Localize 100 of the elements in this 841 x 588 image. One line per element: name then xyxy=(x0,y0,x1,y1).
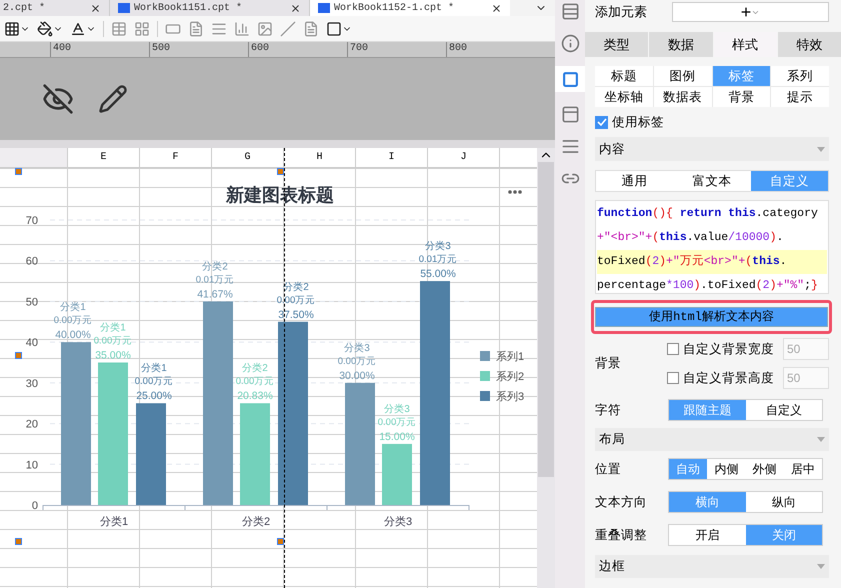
add-element-button[interactable]: + xyxy=(672,2,829,22)
data-label: 分类3 xyxy=(425,241,451,252)
sub-tab[interactable]: 提示 xyxy=(771,87,829,107)
sub-tab[interactable]: 背景 xyxy=(712,87,770,107)
data-label: 分类1 xyxy=(60,302,86,314)
segment-option[interactable]: 通用 xyxy=(596,171,674,191)
data-label: 分类1 xyxy=(141,363,167,374)
checkbox[interactable] xyxy=(595,116,608,128)
eye-off-icon[interactable] xyxy=(42,83,74,115)
paint-bucket-icon[interactable] xyxy=(37,20,53,36)
axis-tick-label: 50 xyxy=(26,296,38,308)
data-label: 0.00万元 xyxy=(94,336,132,346)
sub-tab[interactable]: 标题 xyxy=(595,66,653,86)
image-icon[interactable] xyxy=(257,20,273,36)
axis-tick-label: 30 xyxy=(26,378,38,390)
text-icon[interactable] xyxy=(188,20,204,36)
axis-tick-label: 0 xyxy=(32,500,38,512)
column-header[interactable]: G xyxy=(212,148,284,167)
collapse-icon[interactable] xyxy=(817,146,825,152)
segment-option[interactable]: 富文本 xyxy=(673,171,751,191)
selection-handle[interactable] xyxy=(15,538,22,545)
field-label: 重叠调整 xyxy=(595,526,648,544)
chart-title: 新建图表标题 xyxy=(226,185,334,205)
pencil-icon[interactable] xyxy=(98,84,128,114)
scrollbar[interactable] xyxy=(537,148,555,588)
layout-icon[interactable] xyxy=(560,2,580,21)
column-header[interactable]: F xyxy=(140,148,212,167)
code-editor[interactable]: function(){ return this.category +"<br>"+(this.value/10000). toFixed(2)+"万元<br>"+(this. percentage*100).toFixed(2)+"%";} xyxy=(595,200,829,294)
grid-icon[interactable] xyxy=(134,20,150,36)
table-icon[interactable] xyxy=(111,20,127,36)
data-label: 40.00% xyxy=(55,329,91,342)
sub-tab[interactable]: 系列 xyxy=(771,66,829,86)
document-icon[interactable] xyxy=(303,20,319,36)
info-icon[interactable] xyxy=(560,34,580,53)
more-icon[interactable] xyxy=(508,190,522,194)
data-label: 分类3 xyxy=(384,404,410,415)
legend-label[interactable]: 系列2 xyxy=(496,371,524,383)
section-header[interactable]: 布局 xyxy=(595,428,829,451)
section-header[interactable]: 边框 xyxy=(595,555,829,578)
category-label: 分类2 xyxy=(242,516,270,528)
collapse-icon[interactable] xyxy=(817,437,825,442)
column-header[interactable]: J xyxy=(428,148,500,167)
close-icon[interactable] xyxy=(290,2,301,14)
panel-tab[interactable]: 特效 xyxy=(778,32,841,57)
data-label: 分类1 xyxy=(100,322,126,334)
data-label: 20.83% xyxy=(237,390,273,402)
data-label: 0.00万元 xyxy=(338,356,376,367)
add-element-label: 添加元素 xyxy=(595,3,648,22)
ruler-label: 400 xyxy=(53,43,72,54)
corner-cell[interactable] xyxy=(0,148,68,167)
section-header[interactable]: 内容 xyxy=(595,137,829,161)
data-label: 分类2 xyxy=(242,363,268,374)
collapse-icon[interactable] xyxy=(817,564,825,569)
sub-tab[interactable]: 图例 xyxy=(654,66,712,86)
selection-handle[interactable] xyxy=(15,168,22,175)
ruler-label: 800 xyxy=(449,43,468,54)
selection-handle[interactable] xyxy=(15,352,22,359)
ruler-label: 500 xyxy=(152,43,170,54)
panel-tab[interactable]: 类型 xyxy=(585,32,648,57)
data-label: 0.00万元 xyxy=(134,376,174,388)
column-header[interactable]: I xyxy=(356,148,428,167)
border-grid-icon[interactable] xyxy=(4,20,20,36)
lines-icon[interactable] xyxy=(211,20,227,36)
legend-label[interactable]: 系列3 xyxy=(496,391,524,403)
field-label: 背景 xyxy=(595,355,622,372)
data-label: 0.00万元 xyxy=(54,315,92,326)
panel-icon[interactable] xyxy=(560,105,580,124)
style-tab-icon[interactable] xyxy=(555,66,585,92)
field-label: 文本方向 xyxy=(595,494,648,511)
data-label: 0.00万元 xyxy=(378,416,416,428)
data-label: 分类2 xyxy=(202,261,228,272)
border-icon[interactable] xyxy=(326,20,342,36)
category-label: 分类3 xyxy=(384,516,412,528)
sub-tab[interactable]: 数据表 xyxy=(654,87,712,107)
slash-icon[interactable] xyxy=(280,20,296,36)
legend-label[interactable]: 系列1 xyxy=(496,351,524,363)
bar-chart-icon[interactable] xyxy=(234,20,250,36)
list-icon[interactable] xyxy=(560,137,580,156)
bar[interactable] xyxy=(278,322,308,505)
checkbox-label: 使用标签 xyxy=(612,114,664,131)
panel-tab[interactable]: 数据 xyxy=(649,32,712,57)
close-icon[interactable] xyxy=(90,2,101,14)
file-tab[interactable]: WorkBook1152-1.cpt * xyxy=(310,0,510,16)
data-label: 37.50% xyxy=(278,308,314,321)
close-icon[interactable] xyxy=(491,2,502,14)
axis-tick-label: 70 xyxy=(26,215,38,227)
data-label: 分类3 xyxy=(344,342,370,354)
axis-tick-label: 40 xyxy=(26,337,38,350)
font-color-icon[interactable] xyxy=(70,20,86,36)
data-label: 25.00% xyxy=(136,390,172,402)
column-header[interactable]: H xyxy=(284,148,356,167)
parse-html-button[interactable]: 使用html解析文本内容 xyxy=(595,307,828,327)
axis-tick-label: 10 xyxy=(26,459,38,472)
data-label: 41.67% xyxy=(197,288,233,300)
sub-tab[interactable]: 坐标轴 xyxy=(595,87,653,107)
selection-handle[interactable] xyxy=(277,538,284,545)
selection-handle[interactable] xyxy=(277,168,284,175)
field-label: 位置 xyxy=(595,460,622,478)
column-header[interactable]: E xyxy=(68,148,140,167)
field-label: 字符 xyxy=(595,402,622,419)
